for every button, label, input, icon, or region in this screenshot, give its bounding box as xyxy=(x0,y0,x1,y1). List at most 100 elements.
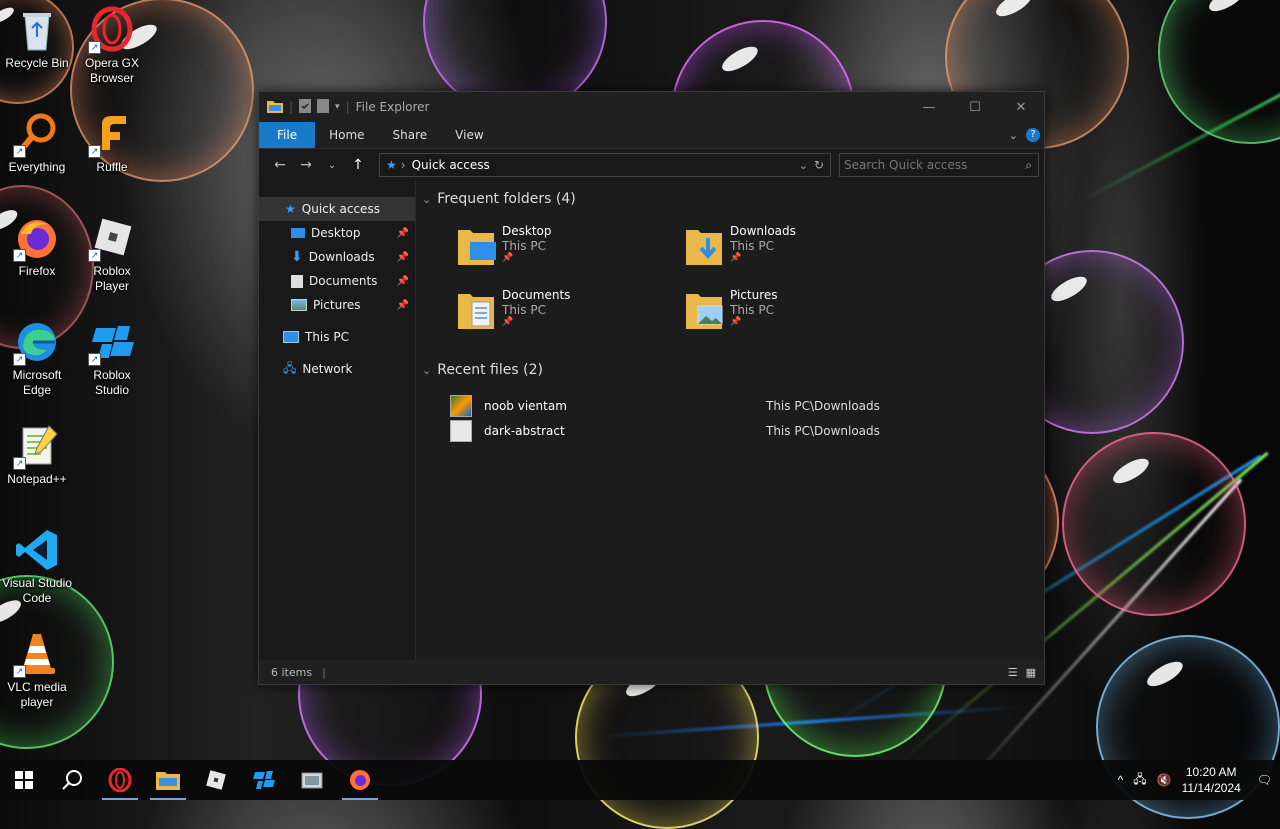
recent-files-header[interactable]: ⌄ Recent files (2) xyxy=(422,362,543,378)
firefox-icon xyxy=(350,770,370,790)
image-file-icon xyxy=(450,420,472,442)
desktop-icon-microsoft-edge[interactable]: ↗ Microsoft Edge xyxy=(0,318,74,398)
desktop-icon xyxy=(291,228,305,238)
collapse-chevron-icon[interactable]: ⌄ xyxy=(422,193,431,206)
folder-location: This PC xyxy=(502,303,546,317)
desktop-icon-label: Roblox Studio xyxy=(93,368,131,397)
new-folder-icon[interactable] xyxy=(317,98,330,116)
frequent-folder-documents[interactable]: Documents This PC 📌 xyxy=(456,288,656,344)
address-dropdown-chevron-icon[interactable]: ⌄ xyxy=(799,159,808,172)
frequent-folder-downloads[interactable]: Downloads This PC 📌 xyxy=(684,224,884,280)
pin-icon: 📌 xyxy=(730,317,742,327)
desktop-icon-label: Ruffle xyxy=(96,160,128,174)
taskbar-app[interactable] xyxy=(288,760,336,800)
file-explorer-window: | ▾ | File Explorer — ☐ ✕ File Home Shar… xyxy=(258,91,1045,685)
frequent-folder-desktop[interactable]: Desktop This PC 📌 xyxy=(456,224,656,280)
navigation-bar: ← → ⌄ ↑ ★ › Quick access ⌄ ↻ Search Quic… xyxy=(259,149,1044,181)
network-disconnected-icon[interactable]: 🖧 xyxy=(1133,770,1146,791)
pin-icon: 📌 xyxy=(730,253,742,263)
nav-item-label: Desktop xyxy=(311,226,361,240)
pin-icon[interactable]: 📌 xyxy=(397,252,409,263)
folder-icon[interactable] xyxy=(267,99,283,116)
wallpaper-streak xyxy=(1079,78,1280,203)
volume-muted-icon[interactable]: 🔇 xyxy=(1157,773,1172,787)
pin-icon[interactable]: 📌 xyxy=(397,228,409,239)
nav-item-desktop[interactable]: Desktop 📌 xyxy=(259,221,415,245)
recycle-bin-icon xyxy=(13,6,61,54)
recent-file-row[interactable]: noob vientam This PC\Downloads xyxy=(450,395,890,417)
minimize-button[interactable]: — xyxy=(906,92,952,122)
notifications-icon[interactable]: 🗨 xyxy=(1257,773,1272,787)
up-arrow-icon[interactable]: ↑ xyxy=(345,157,371,173)
collapse-chevron-icon[interactable]: ⌄ xyxy=(422,364,431,377)
desktop-icon-firefox[interactable]: ↗ Firefox xyxy=(0,214,74,279)
bubble xyxy=(1158,0,1280,144)
vlc-cone-icon: ↗ xyxy=(13,630,61,678)
desktop-icon-everything[interactable]: ↗ Everything xyxy=(0,110,74,175)
back-arrow-icon[interactable]: ← xyxy=(267,157,293,173)
taskbar-roblox-studio[interactable] xyxy=(240,760,288,800)
expand-ribbon-chevron-icon[interactable]: ⌄ xyxy=(1009,129,1018,142)
nav-item-pictures[interactable]: Pictures 📌 xyxy=(259,293,415,317)
title-bar[interactable]: | ▾ | File Explorer — ☐ ✕ xyxy=(259,92,1044,122)
address-bar[interactable]: ★ › Quick access ⌄ ↻ xyxy=(379,153,831,177)
tab-share[interactable]: Share xyxy=(379,122,442,148)
roblox-studio-icon: ↗ xyxy=(88,318,136,366)
search-input[interactable]: Search Quick access ⌕ xyxy=(839,153,1039,177)
taskbar-firefox[interactable] xyxy=(336,760,384,800)
start-button[interactable] xyxy=(0,760,48,800)
desktop-icon-vlc[interactable]: ↗ VLC media player xyxy=(0,630,74,710)
desktop-icon-vs-code[interactable]: Visual Studio Code xyxy=(0,526,74,606)
shortcut-arrow-icon: ↗ xyxy=(88,353,101,366)
pin-icon: 📌 xyxy=(502,253,514,263)
taskbar-opera-gx[interactable] xyxy=(96,760,144,800)
refresh-icon[interactable]: ↻ xyxy=(814,158,824,172)
nav-item-this-pc[interactable]: This PC xyxy=(259,325,415,349)
search-button[interactable] xyxy=(48,760,96,800)
tab-view[interactable]: View xyxy=(441,122,497,148)
pin-icon: 📌 xyxy=(502,317,514,327)
star-icon: ★ xyxy=(285,202,296,216)
taskbar-roblox[interactable] xyxy=(192,760,240,800)
desktop-icon-roblox-player[interactable]: ↗ Roblox Player xyxy=(75,214,149,294)
nav-item-label: Network xyxy=(302,362,353,376)
details-view-icon[interactable]: ☰ xyxy=(1008,666,1018,679)
desktop-icon-label: Recycle Bin xyxy=(5,56,69,70)
everything-search-icon: ↗ xyxy=(13,110,61,158)
frequent-folder-pictures[interactable]: Pictures This PC 📌 xyxy=(684,288,884,344)
firefox-icon: ↗ xyxy=(13,214,61,262)
customize-toolbar-chevron-icon[interactable]: ▾ xyxy=(335,102,340,112)
nav-item-downloads[interactable]: ⬇ Downloads 📌 xyxy=(259,245,415,269)
tab-home[interactable]: Home xyxy=(315,122,378,148)
desktop-icon-opera-gx[interactable]: ↗ Opera GX Browser xyxy=(75,6,149,86)
desktop-icon-roblox-studio[interactable]: ↗ Roblox Studio xyxy=(75,318,149,398)
roblox-icon: ↗ xyxy=(88,214,136,262)
close-button[interactable]: ✕ xyxy=(998,92,1044,122)
forward-arrow-icon[interactable]: → xyxy=(293,157,319,173)
desktop-icon-ruffle[interactable]: ↗ Ruffle xyxy=(75,110,149,175)
properties-icon[interactable] xyxy=(299,98,312,116)
nav-item-documents[interactable]: Documents 📌 xyxy=(259,269,415,293)
show-hidden-icons-chevron-icon[interactable]: ^ xyxy=(1118,773,1124,787)
notepad-plus-plus-icon: ↗ xyxy=(13,422,61,470)
help-icon[interactable]: ? xyxy=(1026,128,1040,142)
maximize-button[interactable]: ☐ xyxy=(952,92,998,122)
pin-icon[interactable]: 📌 xyxy=(397,276,409,287)
desktop-icon-recycle-bin[interactable]: Recycle Bin xyxy=(0,6,74,71)
folder-location: This PC xyxy=(730,303,774,317)
file-name: noob vientam xyxy=(484,399,567,413)
nav-item-network[interactable]: 🖧 Network xyxy=(259,357,415,381)
document-icon xyxy=(291,274,303,288)
recent-locations-chevron-icon[interactable]: ⌄ xyxy=(319,160,345,171)
nav-item-quick-access[interactable]: ★ Quick access xyxy=(259,197,415,221)
clock[interactable]: 10:20 AM 11/14/2024 xyxy=(1182,764,1241,796)
taskbar-file-explorer[interactable] xyxy=(144,760,192,800)
desktop-icon-notepad-plus-plus[interactable]: ↗ Notepad++ xyxy=(0,422,74,487)
pin-icon[interactable]: 📌 xyxy=(397,300,409,311)
roblox-studio-icon xyxy=(253,771,275,789)
large-icons-view-icon[interactable]: ▦ xyxy=(1026,666,1036,679)
recent-file-row[interactable]: dark-abstract This PC\Downloads xyxy=(450,420,890,442)
opera-gx-icon: ↗ xyxy=(88,6,136,54)
tab-file[interactable]: File xyxy=(259,122,316,148)
frequent-folders-header[interactable]: ⌄ Frequent folders (4) xyxy=(422,191,576,207)
